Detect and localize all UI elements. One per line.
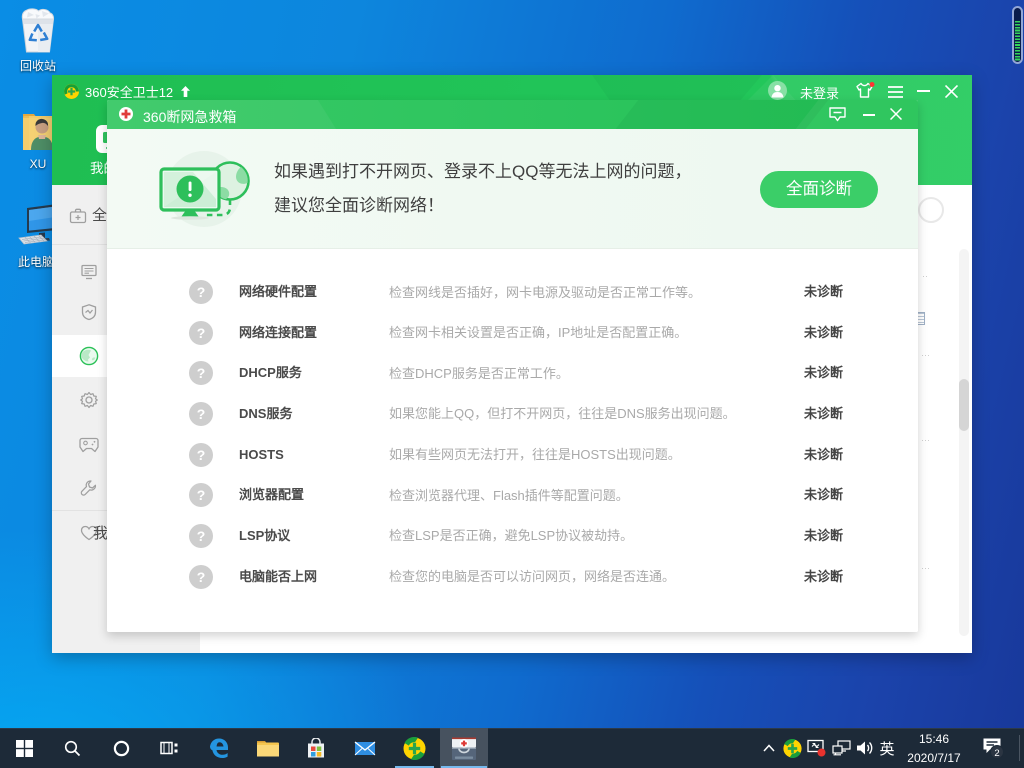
svg-text:2: 2 xyxy=(994,748,999,759)
